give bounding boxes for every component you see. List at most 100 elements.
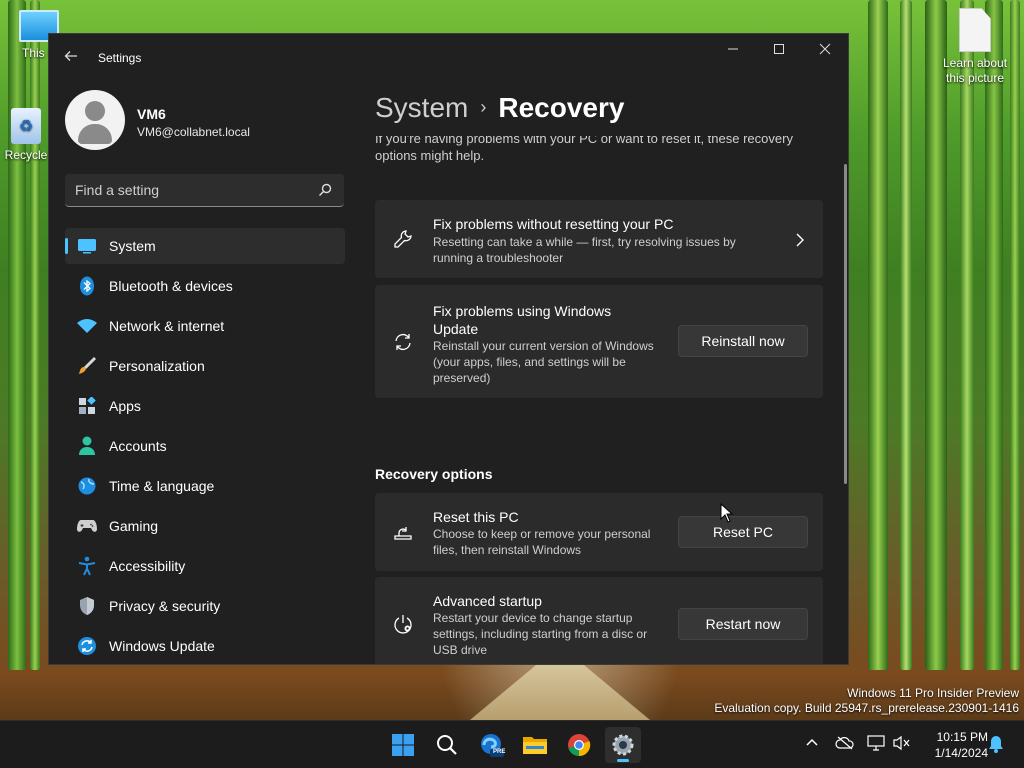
- maximize-icon: [774, 44, 784, 54]
- settings-window: Settings VM6 VM6@collabnet.local System …: [48, 33, 849, 665]
- sidebar-item-label: Accessibility: [109, 558, 186, 574]
- advanced-startup-icon: [394, 615, 412, 634]
- clock-time: 10:15 PM: [936, 730, 988, 744]
- back-button[interactable]: [61, 48, 81, 68]
- search-box[interactable]: [65, 174, 344, 207]
- app-title: Settings: [98, 51, 142, 65]
- page-title: Recovery: [498, 92, 625, 123]
- reinstall-now-button[interactable]: Reinstall now: [678, 325, 808, 357]
- title-bar[interactable]: Settings: [49, 34, 848, 82]
- sidebar-item-windows-update[interactable]: Windows Update: [65, 628, 345, 664]
- sidebar-item-privacy[interactable]: Privacy & security: [65, 588, 345, 624]
- sidebar-item-label: Privacy & security: [109, 598, 221, 614]
- sidebar-item-label: Gaming: [109, 518, 159, 534]
- recovery-page: If you're having problems with your PC o…: [375, 82, 835, 664]
- close-button[interactable]: [802, 34, 848, 66]
- sidebar-item-apps[interactable]: Apps: [65, 388, 345, 424]
- onedrive-tray[interactable]: [835, 735, 854, 753]
- taskbar: PRE 10:15 PM 1/14/2024: [0, 720, 1024, 768]
- wifi-icon: [77, 316, 97, 336]
- reset-pc-card: Reset this PC Choose to keep or remove y…: [375, 493, 823, 571]
- card-description: Reinstall your current version of Window…: [433, 339, 654, 385]
- taskbar-search-button[interactable]: [429, 727, 465, 763]
- chevron-right-icon: [796, 233, 804, 247]
- taskbar-clock[interactable]: 10:15 PM 1/14/2024: [922, 729, 988, 761]
- search-input[interactable]: [75, 180, 305, 200]
- fix-without-reset-card[interactable]: Fix problems without resetting your PC R…: [375, 200, 823, 278]
- sidebar-item-time-language[interactable]: Time & language: [65, 468, 345, 504]
- taskbar-chrome[interactable]: [561, 727, 597, 763]
- card-description: Resetting can take a while — first, try …: [433, 235, 736, 265]
- sidebar-item-bluetooth[interactable]: Bluetooth & devices: [65, 268, 345, 304]
- avatar: [65, 90, 125, 150]
- chrome-icon: [568, 734, 591, 757]
- globe-icon: [77, 476, 97, 496]
- start-button[interactable]: [385, 727, 421, 763]
- sidebar-item-accounts[interactable]: Accounts: [65, 428, 345, 464]
- clock-date: 1/14/2024: [934, 746, 988, 760]
- sidebar-item-accessibility[interactable]: Accessibility: [65, 548, 345, 584]
- maximize-button[interactable]: [756, 34, 802, 66]
- sidebar-item-label: System: [109, 238, 156, 254]
- update-icon: [77, 636, 97, 656]
- taskbar-file-explorer[interactable]: [517, 727, 553, 763]
- volume-tray[interactable]: [893, 735, 911, 753]
- taskbar-settings[interactable]: [605, 727, 641, 763]
- breadcrumb-parent[interactable]: System: [375, 92, 468, 123]
- user-name: VM6: [137, 106, 166, 122]
- reset-pc-icon: [394, 527, 412, 540]
- wrench-icon: [394, 230, 412, 248]
- network-monitor-icon: [867, 735, 885, 751]
- card-title: Fix problems using Windows Update: [433, 303, 612, 337]
- card-title: Advanced startup: [433, 593, 542, 609]
- sidebar-item-network[interactable]: Network & internet: [65, 308, 345, 344]
- reset-pc-button[interactable]: Reset PC: [678, 516, 808, 548]
- watermark-line: Windows 11 Pro Insider Preview: [847, 686, 1019, 700]
- desktop-icon-label: Learn about this picture: [942, 56, 1008, 85]
- start-icon: [392, 734, 414, 756]
- back-arrow-icon: [64, 51, 77, 61]
- build-watermark: Windows 11 Pro Insider Preview Evaluatio…: [714, 686, 1019, 716]
- notifications-button[interactable]: [987, 735, 1005, 753]
- card-description: Restart your device to change startup se…: [433, 611, 648, 657]
- breadcrumb: System › Recovery: [375, 82, 835, 132]
- minimize-icon: [728, 48, 738, 50]
- sync-icon: [395, 333, 411, 351]
- active-app-indicator: [617, 759, 629, 762]
- show-hidden-icons-button[interactable]: [803, 735, 821, 753]
- sidebar-item-label: Accounts: [109, 438, 167, 454]
- restart-now-button[interactable]: Restart now: [678, 608, 808, 640]
- mouse-cursor-icon: [720, 503, 734, 523]
- document-icon: [959, 8, 991, 52]
- intro-text: If you're having problems with your PC o…: [375, 131, 793, 163]
- search-icon[interactable]: [318, 183, 332, 197]
- minimize-button[interactable]: [710, 34, 756, 66]
- sidebar-item-label: Time & language: [109, 478, 215, 494]
- card-title: Reset this PC: [433, 509, 519, 525]
- brush-icon: [77, 356, 97, 376]
- user-email: VM6@collabnet.local: [137, 125, 250, 139]
- sidebar-item-label: Network & internet: [109, 318, 225, 334]
- close-icon: [819, 43, 831, 55]
- fix-with-update-card: Fix problems using Windows Update Reinst…: [375, 285, 823, 398]
- taskbar-edge-preview[interactable]: PRE: [473, 727, 509, 763]
- cloud-offline-icon: [835, 736, 854, 750]
- desktop-icon-learn-picture[interactable]: Learn about this picture: [940, 8, 1010, 86]
- sidebar-item-personalization[interactable]: Personalization: [65, 348, 345, 384]
- accounts-icon: [77, 436, 97, 456]
- desktop-icon-recycle-bin[interactable]: ♻ Recycle: [4, 108, 48, 162]
- bell-icon: [989, 736, 1003, 753]
- edge-pre-badge: PRE: [493, 749, 506, 755]
- sidebar-nav: System Bluetooth & devices Network & int…: [65, 228, 345, 664]
- bluetooth-icon: [77, 276, 97, 296]
- sidebar-item-label: Personalization: [109, 358, 205, 374]
- breadcrumb-separator: ›: [480, 97, 487, 117]
- accessibility-icon: [77, 556, 97, 576]
- sidebar-item-gaming[interactable]: Gaming: [65, 508, 345, 544]
- content-scroll-area[interactable]: If you're having problems with your PC o…: [375, 82, 835, 664]
- sidebar-item-system[interactable]: System: [65, 228, 345, 264]
- content-scrollbar[interactable]: [844, 164, 847, 484]
- search-icon: [437, 735, 457, 755]
- sidebar-item-label: Windows Update: [109, 638, 215, 654]
- network-tray[interactable]: [867, 735, 885, 753]
